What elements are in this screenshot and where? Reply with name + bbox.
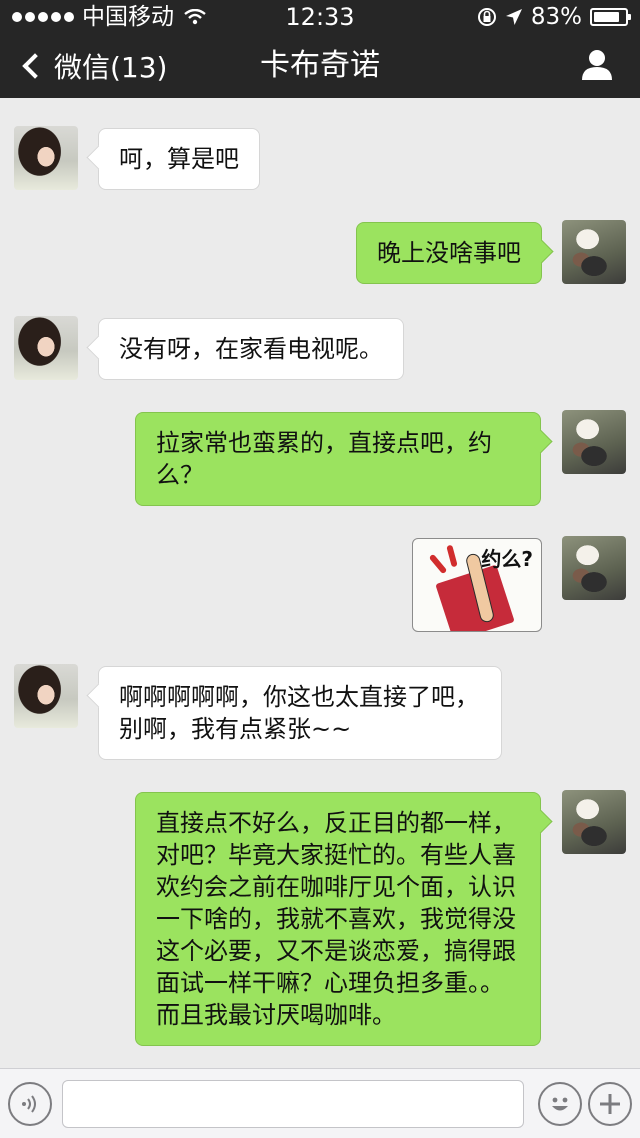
sticker-message[interactable]: 约么?: [412, 538, 542, 632]
incoming-message[interactable]: 啊啊啊啊啊，你这也太直接了吧，别啊，我有点紧张~~: [98, 666, 502, 760]
my-avatar[interactable]: [562, 536, 626, 600]
my-avatar[interactable]: [562, 790, 626, 854]
chat-area[interactable]: 呵，算是吧 晚上没啥事吧 没有呀，在家看电视呢。 拉家常也蛮累的，直接点吧，约么…: [0, 98, 640, 1068]
back-button[interactable]: 微信(13): [18, 34, 167, 98]
incoming-message[interactable]: 没有呀，在家看电视呢。: [98, 318, 404, 380]
my-avatar[interactable]: [562, 410, 626, 474]
plus-icon: [600, 1094, 620, 1114]
input-bar: [0, 1068, 640, 1138]
sticker-accent: [446, 544, 458, 568]
contact-avatar[interactable]: [14, 316, 78, 380]
header: 中国移动 12:33 83% 微信(13) 卡布奇诺: [0, 0, 640, 98]
status-bar: 中国移动 12:33 83%: [0, 0, 640, 34]
emoji-button[interactable]: [538, 1082, 582, 1126]
outgoing-message[interactable]: 拉家常也蛮累的，直接点吧，约么？: [135, 412, 541, 506]
my-avatar[interactable]: [562, 220, 626, 284]
location-icon: [505, 9, 522, 25]
outgoing-message[interactable]: 直接点不好么，反正目的都一样，对吧？毕竟大家挺忙的。有些人喜欢约会之前在咖啡厅见…: [135, 792, 541, 1046]
battery-percent: 83%: [530, 4, 582, 30]
voice-button[interactable]: [8, 1082, 52, 1126]
nav-bar: 微信(13) 卡布奇诺: [0, 34, 640, 98]
back-label: 微信(13): [54, 51, 168, 84]
chevron-left-icon: [22, 53, 48, 79]
person-icon[interactable]: [580, 48, 614, 82]
sticker-text: 约么?: [481, 547, 533, 571]
outgoing-message[interactable]: 晚上没啥事吧: [356, 222, 542, 284]
emoji-icon: [552, 1097, 568, 1111]
sticker-accent: [428, 553, 448, 575]
rotation-lock-icon: [477, 8, 496, 26]
contact-avatar[interactable]: [14, 126, 78, 190]
battery-icon: [590, 8, 631, 26]
voice-icon: [22, 1095, 36, 1113]
message-input[interactable]: [62, 1080, 524, 1128]
incoming-message[interactable]: 呵，算是吧: [98, 128, 260, 190]
more-button[interactable]: [588, 1082, 632, 1126]
contact-avatar[interactable]: [14, 664, 78, 728]
